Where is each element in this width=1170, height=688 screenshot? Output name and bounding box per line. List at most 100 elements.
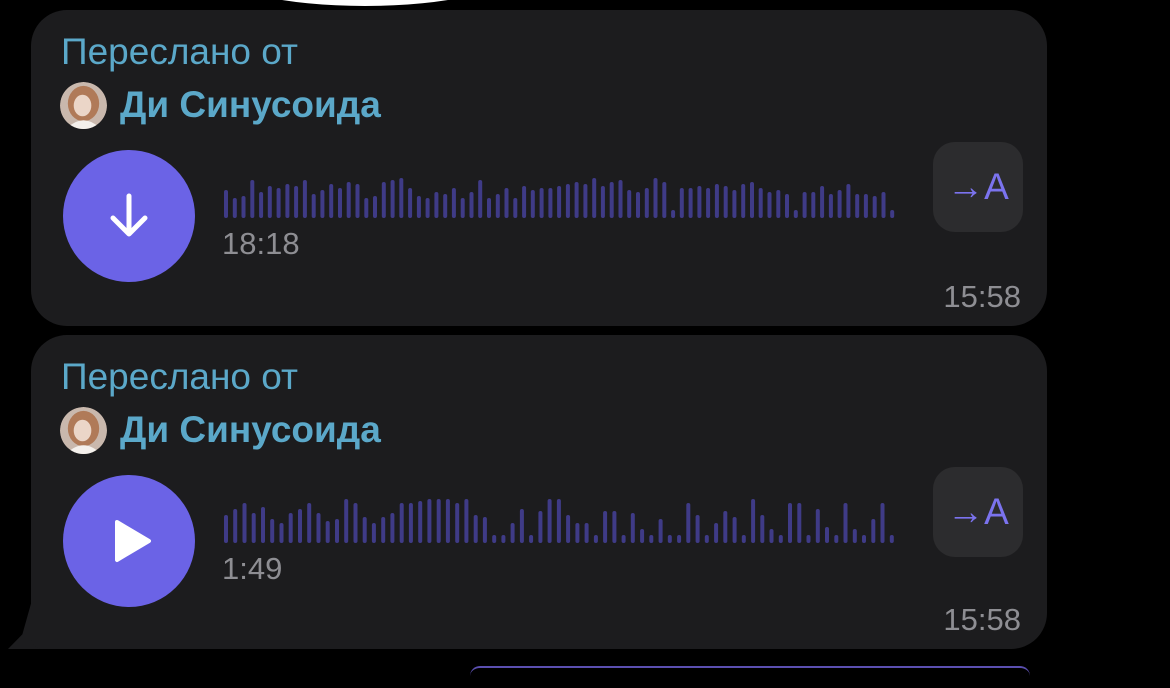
waveform-bar — [704, 535, 709, 543]
waveform-bar — [464, 499, 469, 543]
transcribe-button[interactable]: →A — [933, 142, 1023, 232]
waveform-bar — [529, 535, 534, 543]
sender-name[interactable]: Ди Синусоида — [120, 409, 381, 451]
forwarded-from-label: Переслано от — [61, 356, 298, 397]
waveform-bar — [776, 190, 781, 218]
waveform-bar — [788, 503, 792, 543]
waveform-bar — [769, 529, 774, 543]
waveform-bar — [688, 188, 693, 218]
waveform-bar — [872, 196, 877, 218]
waveform-bar — [335, 519, 339, 543]
waveform-bar — [408, 503, 413, 543]
waveform-bar — [815, 509, 820, 543]
sender-avatar[interactable] — [60, 81, 107, 129]
waveform-bar — [593, 535, 598, 543]
waveform-bar — [732, 517, 737, 543]
waveform-bar — [443, 194, 448, 218]
waveform-bar — [320, 190, 325, 218]
waveform-bar — [556, 499, 561, 543]
audio-waveform[interactable] — [224, 160, 899, 218]
waveform-bar — [408, 188, 413, 218]
waveform-bar — [574, 182, 579, 218]
transcribe-icon: →A — [947, 166, 1009, 207]
waveform-bar — [399, 178, 404, 218]
voice-message-bubble[interactable]: Переслано от Ди Синусоида 1:49 →A 15:58 — [31, 335, 1047, 649]
waveform-bar — [828, 194, 833, 218]
waveform-bar — [612, 511, 617, 543]
waveform-bar — [519, 509, 524, 543]
waveform-bar — [566, 515, 571, 543]
waveform-bar — [603, 511, 608, 543]
waveform-bar — [344, 499, 349, 543]
waveform-bar — [618, 180, 623, 218]
forwarded-sender[interactable]: Ди Синусоида — [60, 405, 381, 455]
waveform-bar — [863, 194, 868, 218]
transcribe-button[interactable]: →A — [933, 467, 1023, 557]
waveform-bar — [686, 503, 691, 543]
sender-name[interactable]: Ди Синусоида — [120, 84, 381, 126]
waveform-bar — [510, 523, 515, 543]
waveform-bar — [538, 511, 543, 543]
waveform-bar — [434, 192, 439, 218]
waveform-bar — [390, 180, 395, 218]
waveform-bar — [679, 188, 684, 218]
waveform-bar — [338, 188, 342, 218]
waveform-bar — [741, 535, 746, 543]
waveform-bar — [793, 210, 798, 218]
waveform-bar — [837, 190, 842, 218]
waveform-bar — [880, 503, 885, 543]
play-icon — [115, 520, 151, 562]
waveform-bar — [445, 499, 450, 543]
waveform-bar — [355, 184, 360, 218]
waveform-bar — [575, 523, 580, 543]
waveform-bar — [741, 184, 746, 218]
waveform-bar — [843, 503, 848, 543]
waveform-bar — [478, 180, 483, 218]
waveform-bar — [416, 196, 421, 218]
waveform-bar — [371, 523, 376, 543]
waveform-bar — [758, 188, 763, 218]
waveform-bar — [427, 499, 432, 543]
waveform-bar — [658, 519, 663, 543]
download-button[interactable] — [63, 150, 195, 282]
waveform-bar — [232, 198, 237, 218]
forwarded-from-label: Переслано от — [61, 31, 298, 72]
waveform-bar — [662, 182, 667, 218]
waveform-bar — [285, 184, 290, 218]
voice-duration: 1:49 — [222, 551, 283, 586]
waveform-bar — [862, 535, 866, 543]
waveform-bar — [811, 192, 816, 218]
download-icon — [110, 193, 148, 237]
waveform-bar — [261, 507, 265, 543]
waveform-bar — [653, 178, 658, 218]
play-button[interactable] — [63, 475, 195, 607]
waveform-bar — [630, 513, 635, 543]
waveform-bar — [539, 188, 544, 218]
waveform-bar — [487, 198, 491, 218]
waveform-bar — [259, 192, 264, 218]
waveform-bar — [381, 182, 386, 218]
waveform-bar — [381, 517, 386, 543]
waveform-bar — [557, 186, 562, 218]
message-time: 15:58 — [943, 279, 1021, 314]
waveform-bar — [627, 190, 632, 218]
waveform-bar — [513, 198, 518, 218]
waveform-bar — [267, 186, 272, 218]
audio-waveform[interactable] — [224, 485, 899, 543]
waveform-bar — [871, 519, 876, 543]
waveform-bar — [241, 196, 246, 218]
waveform-bar — [418, 501, 423, 543]
waveform-bar — [279, 523, 284, 543]
waveform-bar — [677, 535, 682, 543]
waveform-bar — [697, 186, 702, 218]
sender-avatar[interactable] — [60, 406, 107, 454]
waveform-bar — [760, 515, 765, 543]
waveform-bar — [364, 198, 369, 218]
waveform-bar — [276, 188, 281, 218]
voice-message-bubble[interactable]: Переслано от Ди Синусоида 18:18 →A 15:58 — [31, 10, 1047, 326]
next-message-edge — [470, 666, 1030, 688]
waveform-bar — [846, 184, 851, 218]
forwarded-sender[interactable]: Ди Синусоида — [60, 80, 381, 130]
waveform-bar — [316, 513, 321, 543]
waveform-bar — [302, 180, 307, 218]
